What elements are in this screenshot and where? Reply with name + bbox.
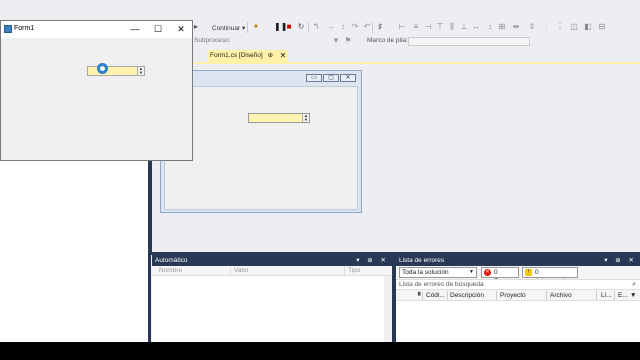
form1-client-area [1,38,192,160]
step-back-icon[interactable]: ↶ [363,23,371,31]
toolbar-arrow-icon[interactable]: ▸ [192,23,200,31]
search-icon[interactable]: ⌕ [632,280,636,290]
close-tab-icon[interactable]: ✕ [278,50,288,62]
stop-icon[interactable]: ■ [285,23,293,31]
column-header-file[interactable]: Archivo [550,292,572,299]
align-left-icon[interactable]: ⊢ [398,23,406,31]
column-separator [614,291,615,300]
hot-reload-icon[interactable]: ♯ [376,23,384,31]
automatico-header: Nombre Valor Tipo [152,266,392,276]
bring-front-icon[interactable]: ◫ [570,23,578,31]
automatico-titlebar: Automático ▾ ⊕ ✕ [152,255,392,266]
errores-titlebar: Lista de errores ▾ ⊕ ✕ [396,255,640,266]
form1-titlebar[interactable]: Form1 — ☐ ✕ [1,21,192,38]
designer-minimize-icon: ▭ [306,74,322,82]
panel-tools-icons[interactable]: ▾ ⊕ ✕ [356,255,389,266]
error-list-body [396,301,640,342]
align-top-icon[interactable]: ⊤ [436,23,444,31]
align-center-icon[interactable]: ≡ [412,23,420,31]
busy-cursor-icon [97,63,108,74]
continue-button[interactable]: Continuar ▾ [212,24,245,32]
error-search-input[interactable]: Lista de errores de búsqueda ⌕ [396,279,640,290]
spin-arrows-icon[interactable]: ▲ ▼ [137,67,144,75]
vertical-scrollbar[interactable] [384,276,392,342]
automatico-panel [152,266,392,342]
error-icon: ✕ [484,269,491,276]
same-width-icon[interactable]: ↔ [472,23,480,31]
v-spacing-icon[interactable]: ⇳ [528,23,536,31]
center-v-icon[interactable]: ⋮ [556,23,564,31]
column-header-project[interactable]: Proyecto [500,292,526,299]
column-header-state[interactable]: E... [618,292,628,299]
column-header[interactable]: Tipo [348,267,360,274]
toolbar-separator [372,22,373,33]
column-header[interactable]: Nombre [159,267,182,274]
error-list-header: ▘ Códi... Descripción Proyecto Archivo L… [396,290,640,301]
toolbar-separator [247,22,248,33]
column-separator [422,291,423,300]
same-size-icon[interactable]: ⊞ [498,23,506,31]
designer-form-client [164,86,358,210]
spin-arrows-icon[interactable]: ▲ ▼ [302,114,309,122]
solution-explorer-area [0,160,150,342]
column-header-line[interactable]: Lí... [601,292,612,299]
panel-title: Lista de errores [399,257,445,264]
align-right-icon[interactable]: ⊣ [424,23,432,31]
numeric-updown[interactable]: ▲ ▼ [87,66,145,76]
letterbox-bar [0,342,640,360]
filter-icon[interactable]: ▼ [630,292,636,299]
stack-frame-select[interactable] [408,37,530,46]
restart-icon[interactable]: ↻ [297,23,305,31]
column-separator [230,267,231,275]
panel-tools-icons[interactable]: ▾ ⊕ ✕ [604,255,637,266]
column-separator [344,267,345,275]
filter-icon[interactable]: ▼ [332,37,340,45]
column-separator [596,291,597,300]
pin-icon[interactable]: ⊕ [268,52,273,59]
align-bottom-icon[interactable]: ⊥ [460,23,468,31]
tab-label: Form1.cs [Diseño] [210,52,263,59]
errors-filter-button[interactable]: ✕ 0 Errores [481,267,519,285]
column-separator [447,291,448,300]
designer-close-icon: ✕ [340,74,356,82]
minimize-icon[interactable]: — [125,23,145,35]
designer-maximize-icon: ▢ [323,74,339,82]
column-header[interactable]: Valor [234,267,249,274]
close-icon[interactable]: ✕ [171,23,191,35]
scope-value: Toda la solución [402,269,449,276]
tab-order-icon[interactable]: ⊟ [598,23,606,31]
same-height-icon[interactable]: ↕ [486,23,494,31]
align-middle-icon[interactable]: ⫼ [448,23,456,31]
stack-frame-label: Marco de pila: [367,37,408,44]
maximize-icon[interactable]: ☐ [148,23,168,35]
form-icon [4,25,12,33]
chevron-down-icon: ▼ [469,269,474,275]
panel-title: Automático [155,257,188,264]
h-spacing-icon[interactable]: ⇹ [512,23,520,31]
column-header-description[interactable]: Descripción [450,292,484,299]
column-separator [496,291,497,300]
form1-window[interactable]: Form1 — ☐ ✕ ▲ ▼ [0,20,193,161]
center-h-icon[interactable]: ⫶ [542,23,550,31]
column-header-code[interactable]: Códi... [426,292,445,299]
toolbar-separator [308,22,309,33]
send-back-icon[interactable]: ◧ [584,23,592,31]
warnings-filter-button[interactable]: ! 0 Advertencias [522,267,578,285]
window-title: Form1 [14,25,35,32]
step-into-icon[interactable]: → [327,23,335,31]
step-out-icon[interactable]: ↷ [351,23,359,31]
search-placeholder: Lista de errores de búsqueda [399,281,484,288]
column-separator [546,291,547,300]
step-over-icon[interactable]: ↕ [339,23,347,31]
designer-numeric-updown[interactable]: ▲ ▼ [248,113,310,123]
pause-icon[interactable]: ❚❚ [274,23,287,31]
scope-select[interactable]: Toda la solución ▼ [399,267,477,278]
flag-icon[interactable]: ⚑ [344,37,352,45]
breakpoint-icon[interactable]: ✦ [252,23,260,31]
warning-icon: ! [525,269,532,276]
thread-label: Subproceso: [194,37,231,44]
show-next-statement-icon[interactable]: ↰ [312,23,320,31]
tab-form1-designer[interactable]: Form1.cs [Diseño] ⊕ [208,50,288,62]
